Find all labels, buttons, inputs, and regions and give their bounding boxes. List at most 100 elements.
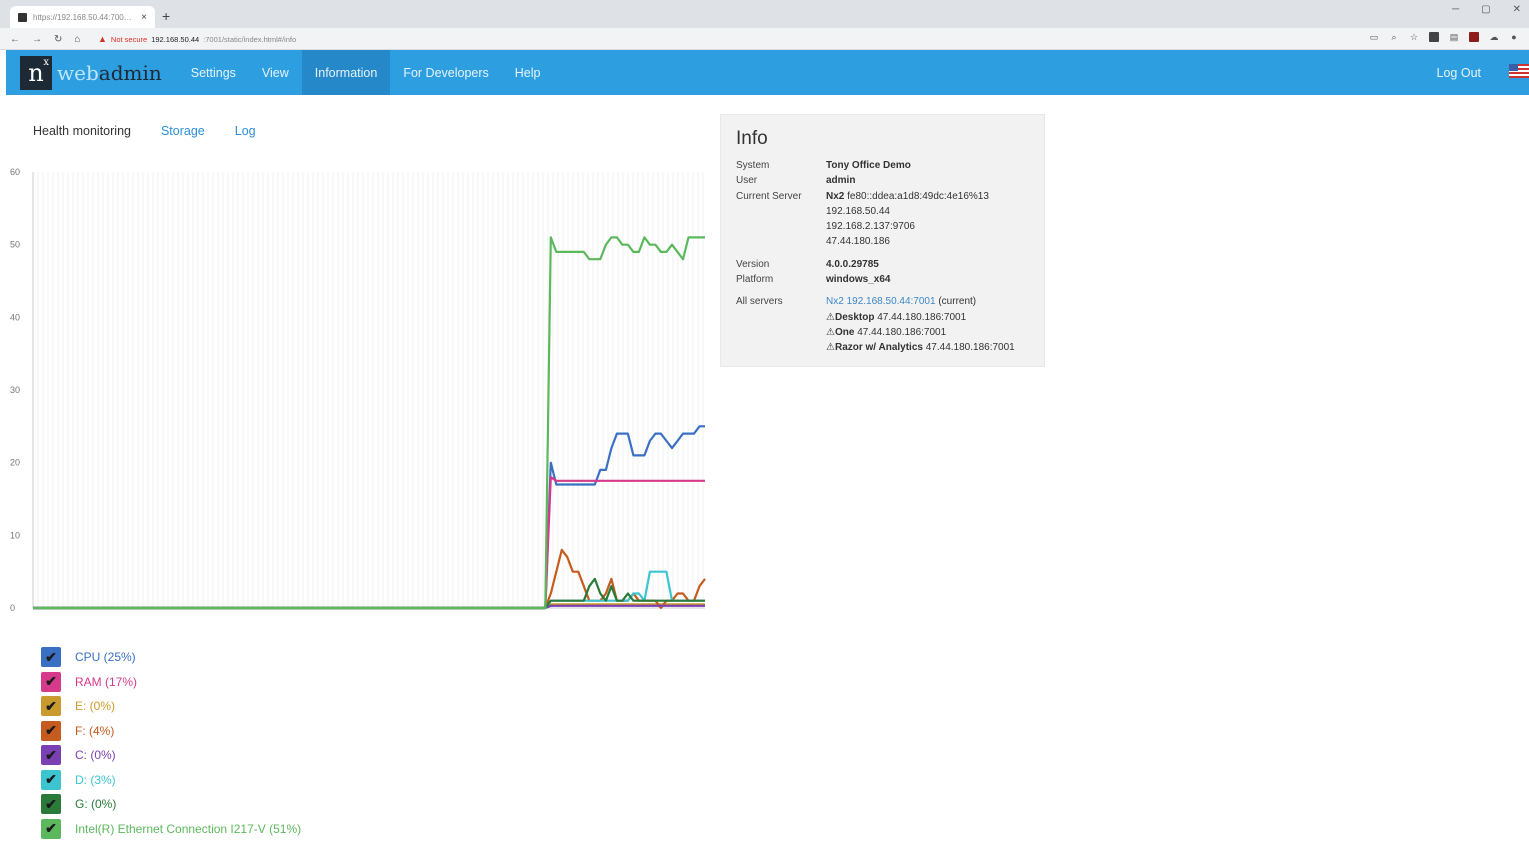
legend-item[interactable]: ✔ Intel(R) Ethernet Connection I217-V (51… [41, 817, 301, 842]
legend-label[interactable]: C: (0%) [75, 748, 116, 762]
legend-label[interactable]: G: (0%) [75, 797, 116, 811]
legend-item[interactable]: ✔ CPU (25%) [41, 645, 301, 670]
extension-icon[interactable] [1429, 32, 1439, 42]
server-ip: 192.168.50.44 [826, 205, 890, 217]
extension-icons: ▭ ⌕ ☆ ▤ ☁ ● [1369, 32, 1519, 42]
legend-label[interactable]: E: (0%) [75, 699, 115, 713]
info-panel: Info System Tony Office Demo User admin Cu… [720, 114, 1045, 367]
health-chart: 60 50 40 30 20 10 0 [10, 167, 706, 613]
y-tick-label: 10 [10, 530, 20, 540]
menu-information[interactable]: Information [301, 50, 391, 95]
legend-checkbox[interactable]: ✔ [41, 696, 61, 717]
y-tick-label: 30 [10, 385, 20, 395]
top-navbar: nx webadmin Settings View Information Fo… [6, 50, 1529, 95]
legend-checkbox[interactable]: ✔ [41, 745, 61, 766]
legend-checkbox[interactable]: ✔ [41, 671, 61, 692]
close-tab-icon[interactable]: × [141, 12, 147, 23]
y-tick-label: 0 [10, 603, 15, 613]
server-entry: ⚠Razor w/ Analytics 47.44.180.186:7001 [826, 340, 1015, 355]
info-label: Current Server [736, 190, 802, 202]
legend-item[interactable]: ✔ D: (3%) [41, 768, 301, 793]
legend-label[interactable]: RAM (17%) [75, 675, 137, 689]
sub-navigation: Health monitoring Storage Log [33, 124, 256, 138]
logo-mark: nx [20, 55, 52, 90]
legend-checkbox[interactable]: ✔ [41, 647, 61, 668]
legend-label[interactable]: CPU (25%) [75, 650, 136, 664]
info-label: System [736, 160, 770, 171]
legend-item[interactable]: ✔ E: (0%) [41, 694, 301, 719]
main-menu: Settings View Information For Developers… [178, 50, 554, 95]
tab-strip: https://192.168.50.44:7001/static/index.… [0, 0, 1529, 28]
cast-icon[interactable]: ▭ [1369, 32, 1379, 42]
address-bar[interactable]: ▲ Not secure 192.168.50.44:7001/static/i… [90, 31, 1350, 47]
server-ip: 47.44.180.186 [826, 236, 890, 248]
server-name: Razor w/ Analytics [834, 342, 923, 354]
minimize-icon[interactable]: ─ [1452, 4, 1459, 15]
tab-storage[interactable]: Storage [161, 124, 205, 138]
info-label: User [736, 175, 758, 187]
server-address-link[interactable]: 192.168.50.44:7001 [847, 296, 936, 307]
new-tab-icon[interactable]: + [162, 8, 170, 24]
legend-item[interactable]: ✔ RAM (17%) [41, 670, 301, 695]
legend-label[interactable]: D: (3%) [75, 773, 116, 787]
extension-icon[interactable] [1469, 32, 1479, 42]
menu-help[interactable]: Help [502, 50, 554, 95]
server-address: 47.44.180.186:7001 [857, 326, 947, 338]
language-flag-icon[interactable] [1509, 64, 1529, 78]
server-ipv6: fe80::ddea:a1d8:49dc:4e16%13 [847, 190, 989, 202]
server-name: One [834, 326, 855, 338]
reload-icon[interactable]: ↻ [54, 34, 62, 45]
server-ip: 192.168.2.137:9706 [826, 221, 915, 233]
chart-legend: ✔ CPU (25%) ✔ RAM (17%) ✔ E: (0%) ✔ F: (4%) ✔ C: … [41, 645, 301, 841]
series-line [33, 570, 705, 610]
info-table: System Tony Office Demo User admin Current… [736, 158, 1015, 356]
logo-web: web [57, 60, 99, 85]
legend-checkbox[interactable]: ✔ [41, 818, 61, 839]
y-tick-label: 60 [10, 167, 20, 177]
home-icon[interactable]: ⌂ [74, 34, 80, 45]
star-icon[interactable]: ☆ [1409, 32, 1419, 42]
maximize-icon[interactable]: ▢ [1481, 4, 1490, 15]
info-label: All servers [736, 296, 783, 308]
legend-checkbox[interactable]: ✔ [41, 720, 61, 741]
system-name: Tony Office Demo [826, 160, 911, 171]
window-controls: ─ ▢ ✕ [1452, 4, 1521, 15]
extension-icon[interactable]: ☁ [1489, 32, 1499, 42]
y-tick-label: 40 [10, 312, 20, 322]
back-icon[interactable]: ← [10, 34, 20, 45]
legend-item[interactable]: ✔ G: (0%) [41, 792, 301, 817]
series-line [33, 236, 705, 610]
menu-for-developers[interactable]: For Developers [390, 50, 501, 95]
server-address: 47.44.180.186:7001 [877, 311, 967, 323]
tab-log[interactable]: Log [235, 124, 256, 138]
legend-checkbox[interactable]: ✔ [41, 794, 61, 815]
legend-item[interactable]: ✔ C: (0%) [41, 743, 301, 768]
menu-settings[interactable]: Settings [178, 50, 249, 95]
close-window-icon[interactable]: ✕ [1513, 4, 1521, 15]
logout-link[interactable]: Log Out [1437, 66, 1481, 80]
legend-label[interactable]: Intel(R) Ethernet Connection I217-V (51%… [75, 822, 301, 836]
warning-icon: ⚠ [826, 326, 835, 338]
info-title: Info [736, 128, 768, 149]
logo-admin: admin [98, 60, 162, 85]
current-note: (current) [938, 296, 977, 308]
server-link[interactable]: Nx2 [826, 296, 844, 307]
zoom-icon[interactable]: ⌕ [1389, 32, 1399, 42]
menu-view[interactable]: View [249, 50, 302, 95]
logo[interactable]: nx webadmin [20, 55, 162, 90]
current-server: Nx2 fe80::ddea:a1d8:49dc:4e16%13 [826, 189, 1015, 204]
browser-tab[interactable]: https://192.168.50.44:7001/static/index.… [10, 6, 155, 28]
favicon-icon [18, 12, 27, 22]
warning-icon: ⚠ [826, 311, 835, 323]
forward-icon[interactable]: → [32, 34, 42, 45]
extension-icon[interactable]: ▤ [1449, 32, 1459, 42]
y-tick-label: 20 [10, 458, 20, 468]
tab-health-monitoring[interactable]: Health monitoring [33, 124, 131, 138]
info-label: Platform [736, 274, 774, 286]
legend-item[interactable]: ✔ F: (4%) [41, 719, 301, 744]
profile-icon[interactable]: ● [1509, 32, 1519, 42]
legend-checkbox[interactable]: ✔ [41, 769, 61, 790]
platform-value: windows_x64 [826, 274, 891, 286]
warning-icon: ▲ [98, 34, 107, 44]
legend-label[interactable]: F: (4%) [75, 724, 114, 738]
